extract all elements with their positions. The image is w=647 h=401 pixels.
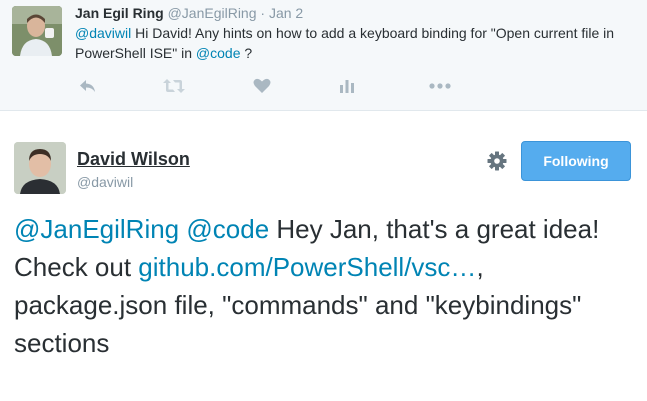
mention-link[interactable]: @JanEgilRing xyxy=(14,214,179,244)
author-screen-name[interactable]: @daviwil xyxy=(77,173,133,191)
following-button[interactable]: Following xyxy=(521,141,631,181)
reply-icon[interactable] xyxy=(75,76,101,96)
parent-tweet-text: @daviwil Hi David! Any hints on how to a… xyxy=(75,23,640,63)
timestamp[interactable]: Jan 2 xyxy=(269,5,303,21)
avatar-image xyxy=(14,142,66,194)
parent-tweet-header: Jan Egil Ring @JanEgilRing · Jan 2 xyxy=(75,4,303,22)
avatar[interactable] xyxy=(14,142,66,194)
main-tweet-text: @JanEgilRing @code Hey Jan, that's a gre… xyxy=(14,210,634,362)
mention-link[interactable]: @daviwil xyxy=(75,25,131,41)
parent-tweet[interactable]: Jan Egil Ring @JanEgilRing · Jan 2 @davi… xyxy=(0,0,647,111)
url-link[interactable]: github.com/PowerShell/vsc… xyxy=(138,252,476,282)
mention-link[interactable]: @code xyxy=(196,45,241,61)
mention-link[interactable]: @code xyxy=(186,214,269,244)
analytics-icon[interactable] xyxy=(334,76,360,96)
author-fullname[interactable]: Jan Egil Ring xyxy=(75,5,164,21)
tweet-text: ? xyxy=(240,45,253,61)
author-fullname[interactable]: David Wilson xyxy=(77,148,190,170)
avatar-image xyxy=(12,6,62,56)
separator: · xyxy=(260,5,266,21)
gear-icon[interactable] xyxy=(486,150,508,172)
tweet-text: Hi David! Any hints on how to add a keyb… xyxy=(75,25,615,61)
tweet-actions xyxy=(75,76,475,96)
author-screen-name[interactable]: @JanEgilRing xyxy=(168,5,257,21)
more-icon[interactable] xyxy=(427,76,453,96)
like-icon[interactable] xyxy=(249,76,275,96)
avatar[interactable] xyxy=(12,6,62,56)
retweet-icon[interactable] xyxy=(161,76,187,96)
